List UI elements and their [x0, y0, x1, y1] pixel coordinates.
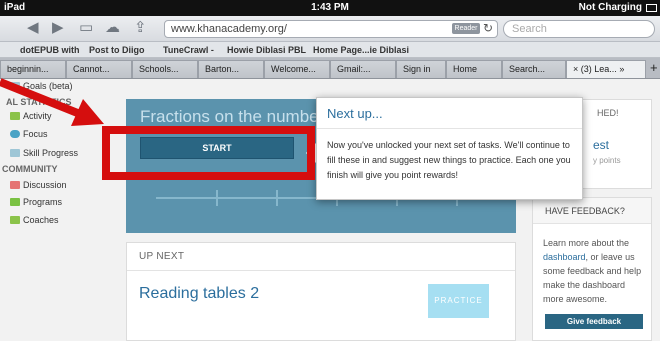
share-icon[interactable]: ⇪: [134, 19, 147, 37]
tab-label: Barton...: [205, 64, 240, 74]
mission-title: Fractions on the number: [140, 107, 325, 126]
bookmark-item[interactable]: Home Page...ie Diblasi: [313, 45, 409, 55]
feedback-box: HAVE FEEDBACK? Learn more about the dash…: [532, 197, 652, 341]
divider: [127, 270, 515, 271]
forward-icon[interactable]: ▶: [52, 19, 64, 37]
sidebar-item-label: Programs: [23, 197, 63, 207]
tab-overflow-icon[interactable]: »: [619, 64, 624, 74]
annotation-arrow-icon: [0, 78, 104, 126]
tab-label: Home: [453, 64, 478, 74]
progress-tick: [276, 190, 278, 206]
sidebar-item-skill-progress[interactable]: Skill Progress: [10, 148, 78, 158]
progress-tick: [216, 190, 218, 206]
url-text: www.khanacademy.org/: [171, 23, 287, 35]
sidebar-item-label: Skill Progress: [23, 148, 79, 158]
right-panel-heading: HED!: [597, 108, 619, 118]
close-tab-icon[interactable]: ×: [573, 64, 578, 74]
browser-toolbar: ◀ ▶ ▭ ☁ ⇪ www.khanacademy.org/ Reader ↻ …: [0, 16, 660, 42]
bookmark-item[interactable]: TuneCrawl -: [163, 45, 214, 55]
up-next-card: UP NEXT Reading tables 2 PRACTICE: [126, 242, 516, 341]
bookmarks-bar: dotEPUB with Post to Diigo TuneCrawl - H…: [0, 42, 660, 58]
browser-tab[interactable]: Home: [446, 60, 502, 78]
back-icon[interactable]: ◀: [27, 19, 39, 37]
tab-label: Gmail:...: [337, 64, 371, 74]
arrow-shaft: [0, 78, 87, 120]
browser-tab[interactable]: Sign in: [396, 60, 446, 78]
sidebar-heading-community: COMMUNITY: [2, 164, 58, 174]
tab-label: (3) Lea...: [580, 64, 617, 74]
next-up-popover: Next up... Now you've unlocked your next…: [316, 97, 583, 200]
sidebar-item-label: Coaches: [23, 215, 59, 225]
status-bar: iPad 1:43 PM Not Charging: [0, 0, 660, 16]
reload-icon[interactable]: ↻: [483, 20, 493, 36]
new-tab-icon[interactable]: +: [650, 60, 658, 76]
give-feedback-button[interactable]: Give feedback: [545, 314, 643, 329]
sidebar-item-label: Discussion: [23, 180, 67, 190]
charging-status: Not Charging: [578, 2, 642, 13]
search-input[interactable]: Search: [503, 20, 655, 38]
clock: 1:43 PM: [311, 2, 349, 13]
reader-button[interactable]: Reader: [452, 23, 480, 34]
tab-label: Schools...: [139, 64, 179, 74]
annotation-highlight-box: [102, 126, 315, 180]
tab-label: Sign in: [403, 64, 431, 74]
up-next-label: UP NEXT: [139, 251, 185, 262]
icloud-tabs-icon[interactable]: ☁: [105, 19, 120, 37]
search-placeholder: Search: [512, 23, 547, 35]
dashboard-link[interactable]: dashboard: [543, 252, 586, 262]
practice-button[interactable]: PRACTICE: [428, 284, 489, 318]
tab-label: Search...: [509, 64, 546, 74]
right-panel-link[interactable]: est: [593, 138, 609, 152]
sidebar-item-programs[interactable]: Programs: [10, 197, 62, 207]
browser-tab[interactable]: Gmail:...: [330, 60, 396, 78]
tab-label: Welcome...: [271, 64, 316, 74]
skill-progress-icon: [10, 149, 20, 157]
bookmark-item[interactable]: Howie Diblasi PBL: [227, 45, 306, 55]
browser-tab[interactable]: Search...: [502, 60, 566, 78]
bookmark-item[interactable]: Post to Diigo: [89, 45, 145, 55]
bookmarks-icon[interactable]: ▭: [79, 19, 93, 37]
browser-tab[interactable]: Welcome...: [264, 60, 330, 78]
browser-tab-active[interactable]: × (3) Lea... »: [566, 60, 646, 78]
battery-icon: [646, 4, 657, 12]
sidebar-item-discussion[interactable]: Discussion: [10, 180, 67, 190]
up-next-title[interactable]: Reading tables 2: [139, 285, 259, 303]
programs-icon: [10, 198, 20, 206]
url-field[interactable]: www.khanacademy.org/: [164, 20, 498, 38]
feedback-text: Learn more about the: [543, 238, 630, 248]
discussion-icon: [10, 181, 20, 189]
feedback-heading: HAVE FEEDBACK?: [533, 198, 651, 224]
feedback-body: Learn more about the dashboard, or leave…: [543, 236, 647, 306]
right-panel-points: y points: [593, 156, 621, 165]
browser-tab[interactable]: Barton...: [198, 60, 264, 78]
sidebar-item-coaches[interactable]: Coaches: [10, 215, 59, 225]
coaches-icon: [10, 216, 20, 224]
popover-title: Next up...: [327, 106, 383, 121]
bookmark-item[interactable]: dotEPUB with: [20, 45, 80, 55]
browser-tab[interactable]: Schools...: [132, 60, 198, 78]
popover-body: Now you've unlocked your next set of tas…: [327, 140, 571, 180]
divider: [317, 128, 582, 129]
